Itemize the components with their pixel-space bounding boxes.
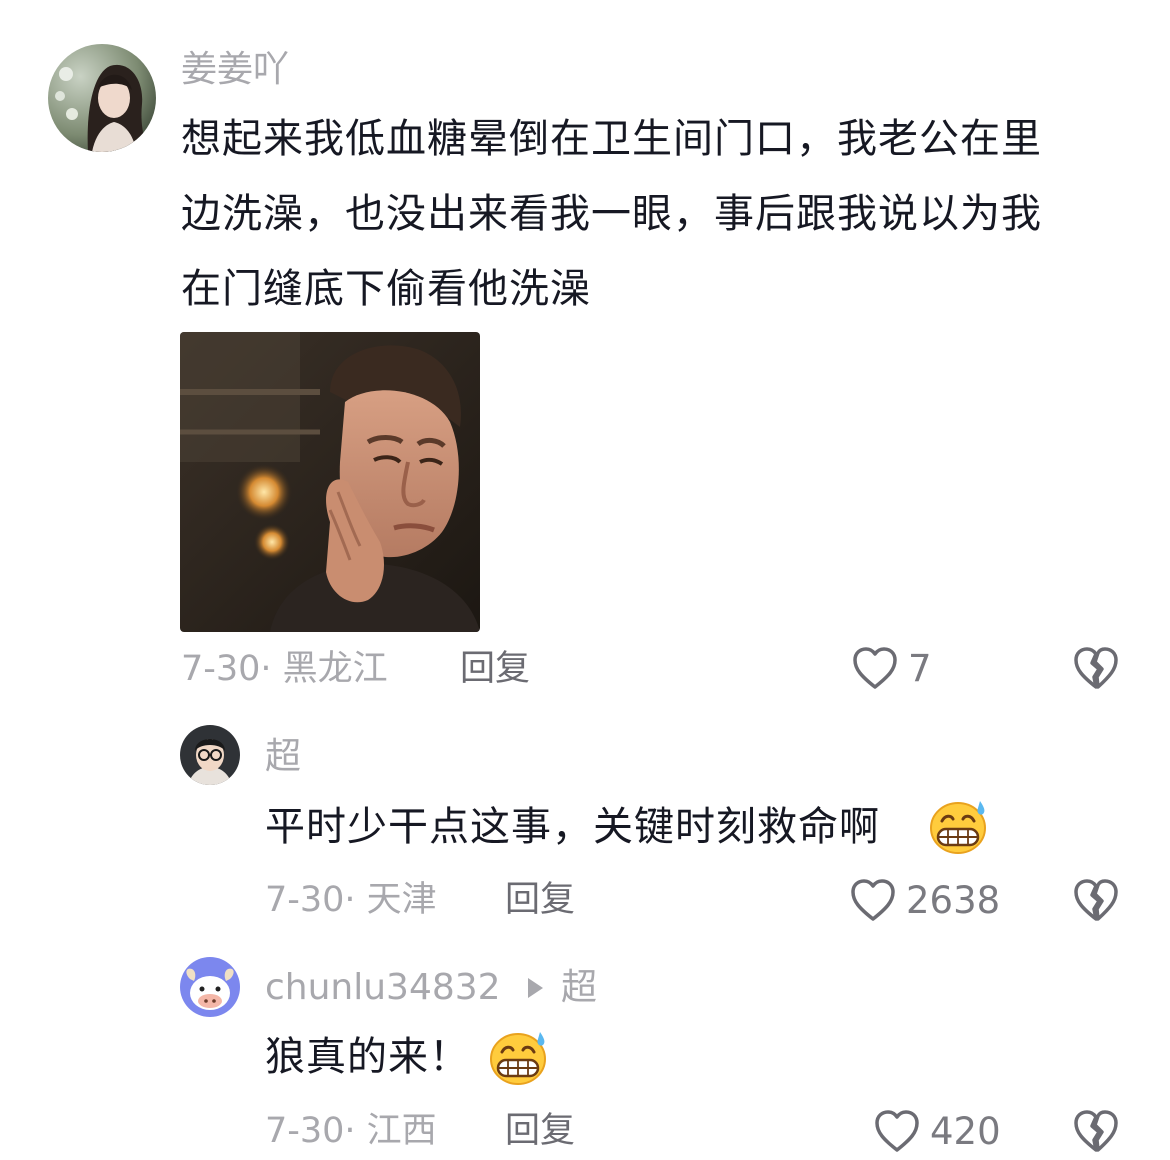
- reply-to-arrow-icon: [528, 978, 543, 998]
- grimacing-sweat-emoji: [488, 1030, 548, 1086]
- reply-button[interactable]: 回复: [505, 878, 575, 922]
- broken-heart-icon[interactable]: [1072, 1108, 1120, 1154]
- reply-to-username[interactable]: 超: [561, 966, 597, 1010]
- broken-heart-icon[interactable]: [1072, 877, 1120, 923]
- heart-outline-icon[interactable]: [849, 877, 897, 923]
- like-count: 2638: [906, 879, 1001, 922]
- comment-date-location: 7-30· 天津: [265, 880, 437, 920]
- grimacing-sweat-emoji: [928, 799, 988, 855]
- like-count: 7: [908, 647, 932, 690]
- comment-text-line: 平时少干点这事，关键时刻救命啊: [265, 804, 880, 850]
- heart-outline-icon[interactable]: [851, 645, 899, 691]
- heart-outline-icon[interactable]: [873, 1108, 921, 1154]
- username[interactable]: 姜姜吖: [181, 48, 289, 92]
- comment-text: 平时少干点这事，关键时刻救命啊: [265, 790, 880, 865]
- comment-text-line: 在门缝底下偷看他洗澡: [181, 266, 591, 312]
- broken-heart-icon[interactable]: [1072, 645, 1120, 691]
- avatar[interactable]: [48, 44, 156, 152]
- comment-text-line: 狼真的来！: [265, 1034, 470, 1080]
- comment-image[interactable]: [180, 332, 480, 632]
- comment-text-line: 边洗澡，也没出来看我一眼，事后跟我说以为我: [181, 191, 1042, 237]
- comment-text: 想起来我低血糖晕倒在卫生间门口，我老公在里 边洗澡，也没出来看我一眼，事后跟我说…: [181, 102, 1042, 327]
- avatar[interactable]: [180, 957, 240, 1017]
- reply-button[interactable]: 回复: [460, 647, 530, 691]
- comment-date-location: 7-30· 江西: [265, 1111, 437, 1151]
- reply-button[interactable]: 回复: [505, 1109, 575, 1153]
- comment-text: 狼真的来！: [265, 1020, 470, 1095]
- like-count: 420: [930, 1110, 1001, 1153]
- username[interactable]: 超: [265, 735, 301, 779]
- avatar[interactable]: [180, 725, 240, 785]
- comment-text-line: 想起来我低血糖晕倒在卫生间门口，我老公在里: [181, 116, 1042, 162]
- username[interactable]: chunlu34832: [265, 966, 501, 1010]
- comment-date-location: 7-30· 黑龙江: [181, 649, 388, 689]
